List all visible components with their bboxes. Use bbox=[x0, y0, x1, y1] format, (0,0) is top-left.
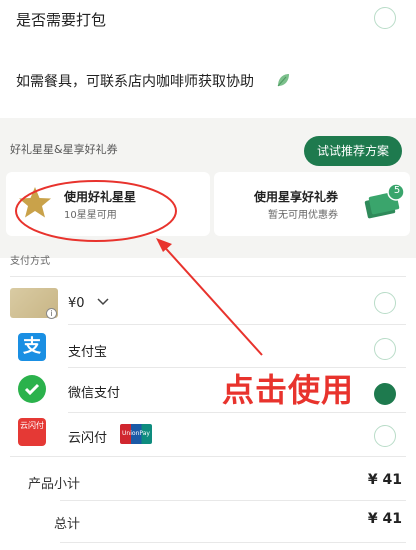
divider bbox=[60, 542, 406, 543]
packing-row[interactable]: 是否需要打包 bbox=[0, 0, 416, 42]
coupon-count-badge: 5 bbox=[393, 185, 401, 196]
rewards-section-title: 好礼星星&星享好礼券 bbox=[10, 143, 118, 156]
total-label: 总计 bbox=[54, 517, 81, 532]
chevron-down-icon[interactable] bbox=[96, 297, 110, 307]
try-recommendation-button[interactable]: 试试推荐方案 bbox=[304, 136, 402, 166]
unionpay-logo: UnionPay 银联 bbox=[120, 424, 152, 457]
divider bbox=[10, 276, 406, 277]
use-stars-subtitle: 10星星可用 bbox=[64, 210, 117, 221]
gift-card-radio[interactable] bbox=[374, 292, 396, 314]
payment-row-gift-card[interactable]: ¥0 bbox=[0, 282, 416, 322]
info-icon[interactable]: i bbox=[46, 308, 57, 319]
quickpass-icon: 云闪付 bbox=[18, 418, 46, 446]
subtotal-label: 产品小计 bbox=[28, 477, 81, 492]
use-stars-title: 使用好礼星星 bbox=[64, 190, 137, 204]
alipay-label: 支付宝 bbox=[68, 345, 108, 360]
divider bbox=[10, 456, 406, 457]
payment-header: 支付方式 bbox=[10, 256, 50, 267]
use-coupon-card[interactable]: 使用星享好礼券 暂无可用优惠券 5 bbox=[214, 172, 410, 236]
payment-row-quickpass[interactable]: 云闪付 bbox=[0, 415, 416, 455]
wechat-icon bbox=[18, 375, 46, 403]
divider bbox=[60, 500, 406, 501]
annotation-text: 点击使用 bbox=[222, 371, 355, 409]
subtotal-value: ¥ 41 bbox=[367, 472, 402, 488]
quickpass-radio[interactable] bbox=[374, 425, 396, 447]
leaf-icon bbox=[277, 74, 289, 87]
total-value: ¥ 41 bbox=[367, 511, 402, 527]
payment-row-alipay[interactable]: 支付宝 bbox=[0, 328, 416, 368]
use-coupon-title: 使用星享好礼券 bbox=[254, 190, 339, 204]
packing-label: 是否需要打包 bbox=[16, 11, 107, 29]
quickpass-label: 云闪付 bbox=[68, 431, 108, 446]
alipay-icon: 支 bbox=[18, 333, 46, 361]
packing-radio[interactable] bbox=[374, 7, 396, 29]
divider bbox=[68, 324, 406, 325]
alipay-radio[interactable] bbox=[374, 338, 396, 360]
utensil-note: 如需餐具，可联系店内咖啡师获取协助 bbox=[16, 74, 254, 90]
star-icon bbox=[19, 187, 51, 218]
wechat-label: 微信支付 bbox=[68, 386, 121, 401]
divider bbox=[68, 412, 406, 413]
gift-card-amount: ¥0 bbox=[68, 296, 85, 311]
use-stars-card[interactable]: 使用好礼星星 10星星可用 bbox=[6, 172, 210, 236]
use-coupon-subtitle: 暂无可用优惠券 bbox=[268, 210, 338, 221]
wechat-radio[interactable] bbox=[374, 383, 396, 405]
